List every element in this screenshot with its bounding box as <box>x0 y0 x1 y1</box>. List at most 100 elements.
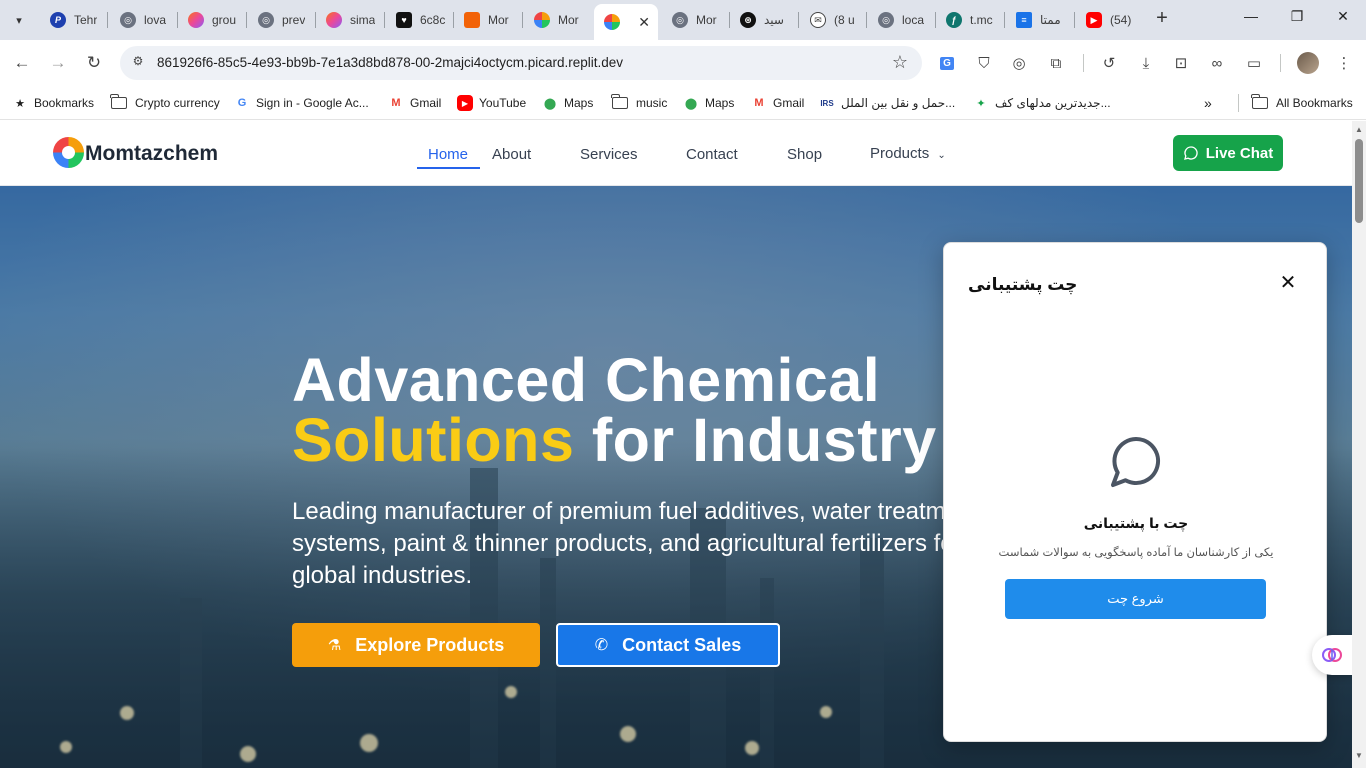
tab-5[interactable]: sima <box>316 6 382 34</box>
translate-icon[interactable]: G <box>937 53 957 73</box>
openai-icon: ⊛ <box>740 12 756 28</box>
tab-11[interactable]: ⊛ سید <box>730 6 796 34</box>
tab-3[interactable]: grou <box>178 6 244 34</box>
history-icon[interactable]: ↺ <box>1099 53 1119 73</box>
scroll-up-icon[interactable]: ▲ <box>1355 125 1363 134</box>
chat-panel-title: چت پشتیبانی <box>968 275 1078 294</box>
lovable-icon <box>188 12 204 28</box>
maps-icon: ⬤ <box>684 97 698 110</box>
nav-shop[interactable]: Shop <box>787 146 822 163</box>
devices-icon[interactable]: ▭ <box>1244 53 1264 73</box>
tab-14[interactable]: ƒ t.mc <box>936 6 1002 34</box>
contact-sales-button[interactable]: ✆ Contact Sales <box>556 623 780 667</box>
tab-title: 6c8c <box>420 13 446 27</box>
bookmark-shipping[interactable]: IRS حمل و نقل بین الملل... <box>819 93 955 113</box>
tab-title: سید <box>764 13 784 27</box>
page-scrollbar[interactable]: ▲ ▼ <box>1352 121 1366 768</box>
more-menu-icon[interactable]: ⋮ <box>1334 53 1354 73</box>
shield-icon[interactable]: ⛉ <box>974 53 994 73</box>
bookmark-folder-crypto[interactable]: Crypto currency <box>110 93 220 113</box>
start-chat-button[interactable]: شروع چت <box>1005 579 1266 619</box>
bookmark-folder-music[interactable]: music <box>611 93 668 113</box>
phone-icon: ✆ <box>594 637 609 654</box>
chat-heading: چت با پشتیبانی <box>1083 515 1189 531</box>
minimize-icon: — <box>1244 8 1258 24</box>
reload-button[interactable]: ↻ <box>83 52 105 74</box>
nav-home[interactable]: Home <box>428 146 468 163</box>
nav-products[interactable]: Products ⌄ <box>870 145 946 162</box>
folder-icon <box>110 94 127 109</box>
nav-about[interactable]: About <box>492 146 531 163</box>
all-bookmarks-folder[interactable]: All Bookmarks <box>1251 93 1353 113</box>
flask-icon: ⚗ <box>327 637 342 654</box>
globe-icon[interactable]: ◎ <box>1009 53 1029 73</box>
nav-contact[interactable]: Contact <box>686 146 738 163</box>
bookmark-label: Maps <box>705 96 735 110</box>
tab-active[interactable]: ✕ <box>594 4 658 40</box>
bookmark-google-signin[interactable]: G Sign in - Google Ac... <box>234 93 369 113</box>
bookmark-maps[interactable]: ⬤ Maps <box>542 93 594 113</box>
tab-6[interactable]: ♥ 6c8c <box>386 6 450 34</box>
profile-avatar[interactable] <box>1297 52 1319 74</box>
tab-2[interactable]: ◎ lova <box>110 6 174 34</box>
download-icon[interactable]: ⤓ <box>1136 53 1156 73</box>
bookmark-maps-2[interactable]: ⬤ Maps <box>683 93 735 113</box>
bookmark-star-icon[interactable]: ☆ <box>892 52 908 73</box>
site-settings-icon[interactable]: ⚙ <box>130 54 146 70</box>
bookmark-youtube[interactable]: ▶ YouTube <box>457 93 526 113</box>
logo-icon[interactable] <box>53 137 84 168</box>
bookmark-gmail-2[interactable]: M Gmail <box>751 93 804 113</box>
momtazchem-icon <box>534 12 550 28</box>
close-window-button[interactable]: ✕ <box>1328 8 1358 25</box>
bookmarks-overflow-button[interactable]: » <box>1204 93 1212 113</box>
link-icon[interactable]: ∞ <box>1207 53 1227 73</box>
globe-icon: ◎ <box>258 12 274 28</box>
back-button[interactable]: ← <box>11 52 33 74</box>
momtazchem-icon <box>604 14 620 30</box>
new-tab-button[interactable]: + <box>1151 8 1173 30</box>
forward-button[interactable]: → <box>47 52 69 74</box>
restore-button[interactable]: ❐ <box>1282 8 1312 25</box>
globe-icon: ◎ <box>878 12 894 28</box>
nav-active-indicator <box>417 167 480 169</box>
chevron-double-right-icon: » <box>1204 95 1212 111</box>
tab-10[interactable]: ◎ Mor <box>662 6 726 34</box>
docs-icon: ≡ <box>1016 12 1032 28</box>
brain-icon <box>1322 648 1342 662</box>
bookmark-models[interactable]: ✦ جدیدترین مدلهای کف... <box>973 93 1110 113</box>
explore-products-label: Explore Products <box>355 634 505 655</box>
folder-icon <box>1251 94 1268 109</box>
close-tab-icon[interactable]: ✕ <box>638 14 650 31</box>
tab-4[interactable]: ◎ prev <box>248 6 312 34</box>
bookmark-label: music <box>636 96 668 110</box>
bookmark-label: Gmail <box>410 96 442 110</box>
tab-1[interactable]: P Tehr <box>40 6 104 34</box>
close-icon: ✕ <box>1337 8 1349 24</box>
screenshot-icon[interactable]: ⊡ <box>1171 53 1191 73</box>
tab-8[interactable]: Mor <box>524 6 590 34</box>
ai-assistant-button[interactable] <box>1312 635 1352 675</box>
maps-icon: ⬤ <box>543 97 557 110</box>
tab-13[interactable]: ◎ loca <box>868 6 932 34</box>
bookmark-item[interactable]: ★ Bookmarks <box>12 93 94 113</box>
scroll-thumb[interactable] <box>1355 139 1363 223</box>
minimize-button[interactable]: — <box>1236 8 1266 24</box>
explore-products-button[interactable]: ⚗ Explore Products <box>292 623 540 667</box>
url-text[interactable]: 861926f6-85c5-4e93-bb9b-7e1a3d8bd878-00-… <box>157 55 623 70</box>
live-chat-button[interactable]: Live Chat <box>1173 135 1283 171</box>
youtube-icon: ▶ <box>1086 12 1102 28</box>
scroll-down-icon[interactable]: ▼ <box>1355 751 1363 760</box>
tab-search-button[interactable]: ▾ <box>6 7 32 33</box>
tab-15[interactable]: ≡ ممتا <box>1006 6 1072 34</box>
tab-12[interactable]: ✉ (8 u <box>800 6 864 34</box>
extensions-icon[interactable]: ⧉ <box>1046 53 1066 73</box>
tab-16[interactable]: ▶ (54) <box>1076 6 1142 34</box>
bookmark-label: Gmail <box>773 96 805 110</box>
bookmark-gmail[interactable]: M Gmail <box>388 93 441 113</box>
address-bar[interactable]: ⚙ 861926f6-85c5-4e93-bb9b-7e1a3d8bd878-0… <box>120 46 922 80</box>
chat-close-button[interactable]: ✕ <box>1278 273 1298 293</box>
tab-7[interactable]: Mor <box>454 6 520 34</box>
brand-name[interactable]: Momtazchem <box>85 142 218 166</box>
whatsapp-icon <box>1183 146 1198 160</box>
nav-services[interactable]: Services <box>580 146 638 163</box>
